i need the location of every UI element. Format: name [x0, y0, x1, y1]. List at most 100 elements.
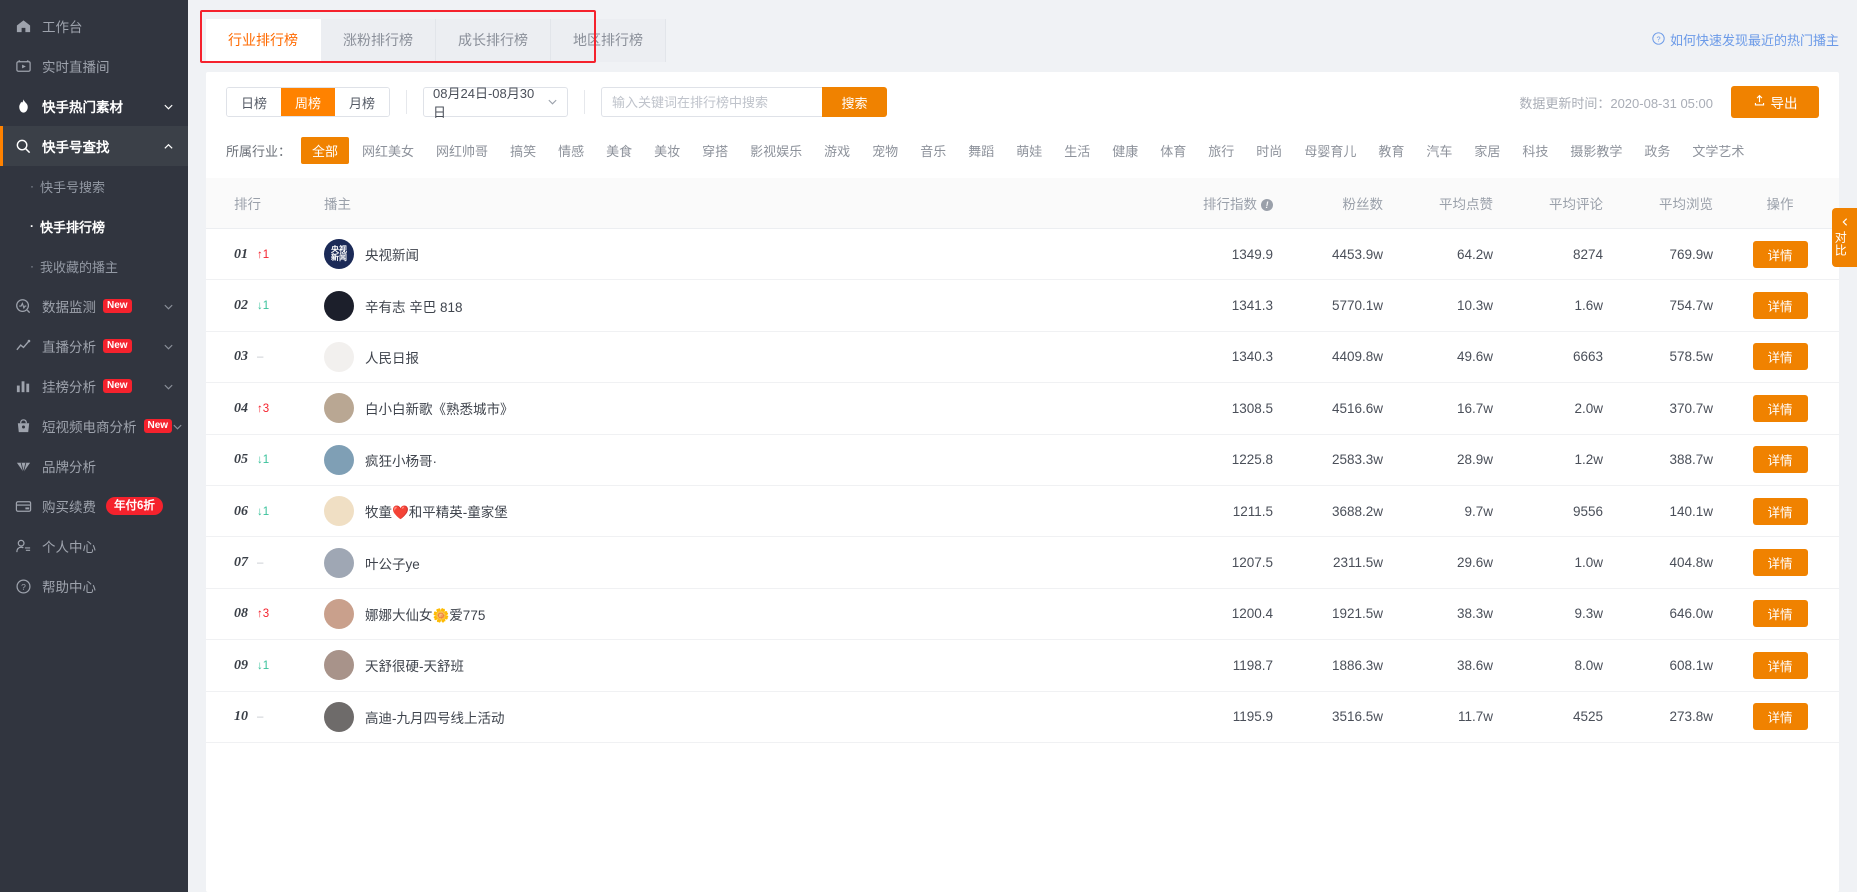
host-name[interactable]: 辛有志 辛巴 818 [365, 296, 463, 316]
sidebar-item-1[interactable]: 实时直播间 [0, 46, 188, 86]
info-icon[interactable]: ! [1261, 199, 1273, 212]
period-option-0[interactable]: 日榜 [227, 88, 282, 116]
industry-chip-21[interactable]: 汽车 [1417, 137, 1461, 164]
industry-chip-10[interactable]: 宠物 [863, 137, 907, 164]
host-name[interactable]: 央视新闻 [365, 244, 419, 264]
industry-chip-list: 全部 网红美女 网红帅哥 搞笑 情感 美食 美妆 穿搭 影视娱乐 游戏 宠物 音乐 舞蹈 萌娃 生活 健康 体育… [301, 137, 1757, 164]
header-index[interactable]: 排行指数! [1161, 178, 1281, 229]
period-option-2[interactable]: 月榜 [335, 88, 390, 116]
sidebar-subitem-2[interactable]: · 我收藏的播主 [0, 246, 188, 286]
sidebar-subitem-1[interactable]: · 快手排行榜 [0, 206, 188, 246]
search-input[interactable] [601, 87, 823, 117]
tab-2[interactable]: 成长排行榜 [436, 19, 551, 62]
sidebar-item-2[interactable]: 快手热门素材 [0, 86, 188, 126]
industry-chip-16[interactable]: 体育 [1151, 137, 1195, 164]
tab-3[interactable]: 地区排行榜 [551, 19, 666, 62]
table-row[interactable]: 04 ↑3 白小白新歌《熟悉城市》 1308.5 4516.6w 16.7w 2.0w 370… [206, 382, 1839, 435]
host-name[interactable]: 白小白新歌《熟悉城市》 [365, 398, 514, 418]
industry-chip-22[interactable]: 家居 [1465, 137, 1509, 164]
line-chart-icon [14, 337, 32, 355]
industry-chip-0[interactable]: 全部 [301, 137, 350, 164]
table-row[interactable]: 09 ↓1 天舒很硬-天舒班 1198.7 1886.3w 38.6w 8.0w 608.1w… [206, 639, 1839, 692]
detail-button[interactable]: 详情 [1752, 549, 1808, 577]
header-comments[interactable]: 平均评论 [1501, 178, 1611, 229]
compare-side-tab[interactable]: 对比 [1832, 208, 1857, 268]
industry-chip-25[interactable]: 政务 [1635, 137, 1679, 164]
period-option-1[interactable]: 周榜 [281, 88, 336, 116]
search-button[interactable]: 搜索 [822, 87, 888, 117]
detail-button[interactable]: 详情 [1752, 651, 1808, 679]
industry-chip-11[interactable]: 音乐 [911, 137, 955, 164]
header-host[interactable]: 播主 [316, 178, 1161, 229]
table-row[interactable]: 06 ↓1 牧童❤️和平精英-童家堡 1211.5 3688.2w 9.7w 9556 140… [206, 485, 1839, 538]
industry-chip-12[interactable]: 舞蹈 [959, 137, 1003, 164]
sidebar-item2-5[interactable]: 购买续费 年付6折 [0, 486, 188, 526]
industry-chip-label: 游戏 [824, 144, 851, 159]
host-name[interactable]: 天舒很硬-天舒班 [365, 655, 464, 675]
host-name[interactable]: 牧童❤️和平精英-童家堡 [365, 501, 508, 521]
industry-chip-6[interactable]: 美妆 [645, 137, 689, 164]
sidebar-item2-0[interactable]: 数据监测 New [0, 286, 188, 326]
host-name[interactable]: 叶公子ye [365, 553, 420, 573]
industry-chip-5[interactable]: 美食 [597, 137, 641, 164]
detail-button[interactable]: 详情 [1752, 703, 1808, 731]
industry-chip-14[interactable]: 生活 [1055, 137, 1099, 164]
table-row[interactable]: 01 ↑1 央视 新闻 央视新闻 1349.9 4453.9w 64.2w 8274 769.9w… [206, 228, 1839, 281]
period-segmented-control[interactable]: 日榜 周榜 月榜 [226, 87, 391, 117]
detail-button[interactable]: 详情 [1752, 497, 1808, 525]
table-row[interactable]: 02 ↓1 辛有志 辛巴 818 1341.3 5770.1w 10.3w 1.6w 754.… [206, 279, 1839, 332]
industry-chip-4[interactable]: 情感 [549, 137, 593, 164]
host-name[interactable]: 人民日报 [365, 347, 419, 367]
industry-chip-2[interactable]: 网红帅哥 [427, 137, 497, 164]
header-rank[interactable]: 排行 [206, 178, 316, 229]
host-name[interactable]: 疯狂小杨哥· [365, 450, 437, 470]
host-name[interactable]: 高迪-九月四号线上活动 [365, 707, 505, 727]
header-likes[interactable]: 平均点赞 [1391, 178, 1501, 229]
industry-chip-17[interactable]: 旅行 [1199, 137, 1243, 164]
tab-1[interactable]: 涨粉排行榜 [321, 19, 436, 62]
table-row[interactable]: 10– 高迪-九月四号线上活动 1195.9 3516.5w 11.7w 4525 273.… [206, 691, 1839, 743]
table-row[interactable]: 07– 叶公子ye 1207.5 2311.5w 29.6w 1.0w 404.8w 详情 [206, 536, 1839, 589]
industry-chip-1[interactable]: 网红美女 [353, 137, 423, 164]
sidebar-item2-4[interactable]: 品牌分析 [0, 446, 188, 486]
detail-button[interactable]: 详情 [1752, 446, 1808, 474]
date-range-picker[interactable]: 08月24日-08月30日 [423, 86, 569, 120]
detail-button[interactable]: 详情 [1752, 343, 1808, 371]
rank-number: 08 [234, 606, 248, 622]
industry-chip-23[interactable]: 科技 [1513, 137, 1557, 164]
sidebar-item2-7[interactable]: ? 帮助中心 [0, 566, 188, 606]
sidebar-item2-3[interactable]: 短视频电商分析 New [0, 406, 188, 446]
industry-chip-13[interactable]: 萌娃 [1007, 137, 1051, 164]
industry-chip-18[interactable]: 时尚 [1247, 137, 1291, 164]
sidebar-item2-6[interactable]: 个人中心 [0, 526, 188, 566]
sidebar-subitem-0[interactable]: · 快手号搜索 [0, 166, 188, 206]
industry-chip-3[interactable]: 搞笑 [501, 137, 545, 164]
promo-badge: 年付6折 [106, 496, 163, 516]
detail-button[interactable]: 详情 [1752, 600, 1808, 628]
host-name[interactable]: 娜娜大仙女🌼爱775 [365, 604, 485, 624]
industry-chip-15[interactable]: 健康 [1103, 137, 1147, 164]
sidebar-item2-1[interactable]: 直播分析 New [0, 326, 188, 366]
industry-chip-8[interactable]: 影视娱乐 [741, 137, 811, 164]
sidebar-item-3[interactable]: 快手号查找 [0, 126, 188, 166]
industry-chip-26[interactable]: 文学艺术 [1683, 137, 1753, 164]
export-button[interactable]: 导出 [1731, 86, 1819, 118]
industry-chip-20[interactable]: 教育 [1369, 137, 1413, 164]
header-views[interactable]: 平均浏览 [1611, 178, 1721, 229]
detail-button[interactable]: 详情 [1752, 394, 1808, 422]
industry-chip-7[interactable]: 穿搭 [693, 137, 737, 164]
header-fans[interactable]: 粉丝数 [1281, 178, 1391, 229]
help-link[interactable]: ? 如何快速发现最近的热门播主 [1652, 30, 1839, 49]
cell-comments: 8.0w [1501, 639, 1611, 692]
table-row[interactable]: 05 ↓1 疯狂小杨哥· 1225.8 2583.3w 28.9w 1.2w 388.7w 详情 [206, 434, 1839, 486]
tab-0[interactable]: 行业排行榜 [206, 19, 321, 62]
industry-chip-9[interactable]: 游戏 [815, 137, 859, 164]
sidebar-item-0[interactable]: 工作台 [0, 6, 188, 46]
table-row[interactable]: 08 ↑3 娜娜大仙女🌼爱775 1200.4 1921.5w 38.3w 9.3w 646.… [206, 588, 1839, 641]
detail-button[interactable]: 详情 [1752, 292, 1808, 320]
industry-chip-24[interactable]: 摄影教学 [1561, 137, 1631, 164]
sidebar-item2-2[interactable]: 挂榜分析 New [0, 366, 188, 406]
detail-button[interactable]: 详情 [1752, 240, 1808, 268]
table-row[interactable]: 03– 人民日报 1340.3 4409.8w 49.6w 6663 578.5w 详情 [206, 331, 1839, 384]
industry-chip-19[interactable]: 母婴育儿 [1295, 137, 1365, 164]
